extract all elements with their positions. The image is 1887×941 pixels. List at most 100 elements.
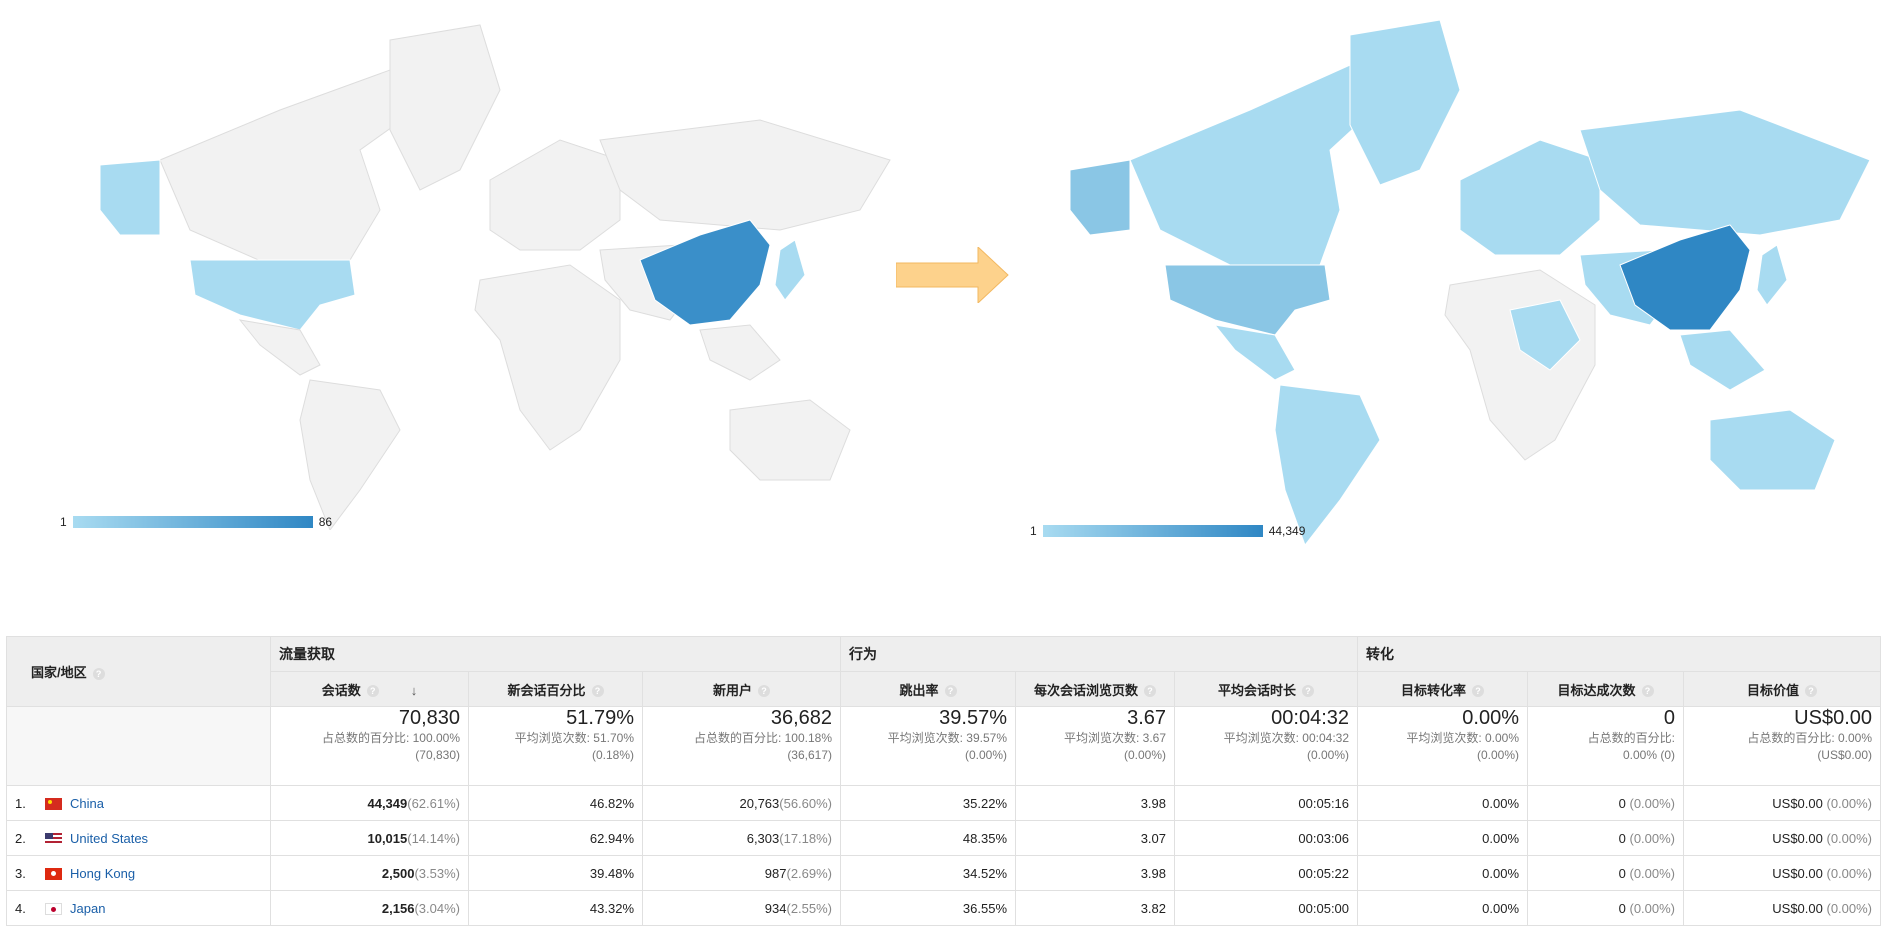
legend-after-max: 44,349 [1268, 524, 1306, 538]
help-icon[interactable]: ? [92, 667, 105, 680]
region-southeast-asia[interactable] [1679, 329, 1766, 391]
region-australia[interactable] [729, 399, 851, 481]
col-goal-value-label: 目标价值 [1747, 682, 1800, 698]
table-row: 1. China 44,349(62.61%) 46.82% 20,763(56.… [6, 785, 1882, 821]
country-cell: 1. China [6, 785, 271, 821]
region-alaska[interactable] [1069, 159, 1131, 236]
legend-before-min: 1 [60, 515, 67, 529]
sort-desc-icon[interactable]: ↓ [411, 683, 418, 698]
total-value: 51.79% [566, 707, 634, 729]
goal-value-cell: US$0.00 (0.00%) [1683, 785, 1882, 821]
new-users-value: 6,303 [746, 830, 780, 846]
help-icon[interactable]: ? [1641, 685, 1654, 698]
total-value: 0.00% [1462, 707, 1520, 729]
region-south-america[interactable] [299, 379, 401, 530]
region-usa[interactable] [189, 259, 356, 331]
col-new-sessions-pct-label: 新会话百分比 [507, 682, 586, 698]
new-users-pct: (17.18%) [779, 830, 833, 846]
sessions-value: 10,015 [367, 830, 408, 846]
col-new-sessions-pct[interactable]: 新会话百分比? [468, 671, 643, 707]
country-link[interactable]: United States [70, 831, 148, 846]
help-icon[interactable]: ? [758, 685, 771, 698]
help-icon[interactable]: ? [591, 685, 604, 698]
goal-completions-cell: 0 (0.00%) [1527, 855, 1685, 891]
help-icon[interactable]: ? [1472, 685, 1485, 698]
world-map-after [1040, 10, 1880, 545]
region-central-america[interactable] [238, 319, 321, 376]
legend-after: 1 44,349 [1030, 524, 1305, 538]
goal-value-value: US$0.00 [1772, 795, 1823, 811]
goal-completions-pct: (0.00%) [1629, 830, 1676, 846]
region-greenland[interactable] [389, 24, 501, 191]
help-icon[interactable]: ? [366, 685, 379, 698]
total-note: (0.00%) [1306, 748, 1350, 762]
region-russia[interactable] [1579, 109, 1871, 236]
col-new-users[interactable]: 新用户? [641, 671, 842, 707]
goal-conv-rate-cell: 0.00% [1357, 890, 1529, 926]
col-sessions-label: 会话数 [321, 682, 361, 698]
region-japan[interactable] [1756, 244, 1788, 306]
total-bounce-rate: 39.57% 平均浏览次数: 39.57% (0.00%) [840, 706, 1017, 786]
region-central-america[interactable] [1213, 324, 1296, 381]
totals-row: 70,830 占总数的百分比: 100.00% (70,830) 51.79% 平均浏… [6, 706, 1882, 786]
region-europe[interactable] [1459, 139, 1601, 256]
total-value: 70,830 [398, 707, 460, 729]
goal-completions-cell: 0 (0.00%) [1527, 890, 1685, 926]
total-note: (0.18%) [591, 748, 634, 762]
region-southeast-asia[interactable] [699, 324, 781, 381]
total-goal-value: US$0.00 占总数的百分比: 0.00% (US$0.00) [1683, 706, 1882, 786]
region-africa[interactable] [474, 264, 621, 451]
region-usa[interactable] [1164, 264, 1331, 336]
total-note: 平均浏览次数: 3.67 [1063, 731, 1167, 745]
help-icon[interactable]: ? [1805, 685, 1818, 698]
region-russia[interactable] [599, 119, 891, 231]
col-goal-completions-label: 目标达成次数 [1557, 682, 1636, 698]
country-cell: 3. Hong Kong [6, 855, 271, 891]
col-bounce-rate-label: 跳出率 [899, 682, 939, 698]
row-number: 4. [15, 900, 26, 916]
total-value: US$0.00 [1794, 707, 1873, 729]
bounce-rate-cell: 35.22% [840, 785, 1017, 821]
country-link[interactable]: China [70, 796, 104, 811]
total-note: 平均浏览次数: 00:04:32 [1223, 731, 1350, 745]
goal-conv-rate-cell: 0.00% [1357, 785, 1529, 821]
total-note: 占总数的百分比: 100.00% [321, 731, 460, 745]
country-column-header[interactable]: 国家/地区? [6, 636, 271, 707]
country-cell: 4. Japan [6, 890, 271, 926]
help-icon[interactable]: ? [1144, 685, 1157, 698]
group-behavior: 行为 [840, 636, 1359, 672]
region-europe[interactable] [489, 139, 621, 251]
help-icon[interactable]: ? [1302, 685, 1315, 698]
col-goal-value[interactable]: 目标价值? [1683, 671, 1882, 707]
country-link[interactable]: Japan [70, 901, 105, 916]
new-sessions-pct-cell: 39.48% [468, 855, 643, 891]
region-south-america[interactable] [1274, 384, 1381, 545]
help-icon[interactable]: ? [944, 685, 957, 698]
col-goal-conv-rate-label: 目标转化率 [1401, 682, 1467, 698]
region-australia[interactable] [1709, 409, 1836, 491]
col-pages-per-session[interactable]: 每次会话浏览页数? [1015, 671, 1176, 707]
region-japan[interactable] [774, 239, 806, 301]
avg-duration-cell: 00:05:22 [1174, 855, 1359, 891]
col-avg-duration[interactable]: 平均会话时长? [1174, 671, 1359, 707]
country-link[interactable]: Hong Kong [70, 866, 135, 881]
goal-value-value: US$0.00 [1772, 830, 1823, 846]
region-alaska[interactable] [99, 159, 161, 236]
col-goal-conv-rate[interactable]: 目标转化率? [1357, 671, 1529, 707]
total-value: 0 [1663, 707, 1676, 729]
new-users-cell: 934(2.55%) [641, 890, 842, 926]
col-sessions[interactable]: 会话数? ↓ [270, 671, 469, 707]
col-bounce-rate[interactable]: 跳出率? [840, 671, 1017, 707]
total-note: 占总数的百分比: [1587, 731, 1676, 745]
col-goal-completions[interactable]: 目标达成次数? [1527, 671, 1685, 707]
total-note: 平均浏览次数: 51.70% [514, 731, 634, 745]
region-greenland[interactable] [1349, 19, 1461, 186]
sessions-pct: (3.04%) [414, 900, 460, 916]
new-users-cell: 987(2.69%) [641, 855, 842, 891]
total-new-users: 36,682 占总数的百分比: 100.18% (36,617) [641, 706, 842, 786]
goal-conv-rate-cell: 0.00% [1357, 820, 1529, 856]
region-africa[interactable] [1444, 269, 1596, 461]
legend-after-gradient [1042, 525, 1263, 537]
group-conversion: 转化 [1357, 636, 1882, 672]
bounce-rate-cell: 48.35% [840, 820, 1017, 856]
